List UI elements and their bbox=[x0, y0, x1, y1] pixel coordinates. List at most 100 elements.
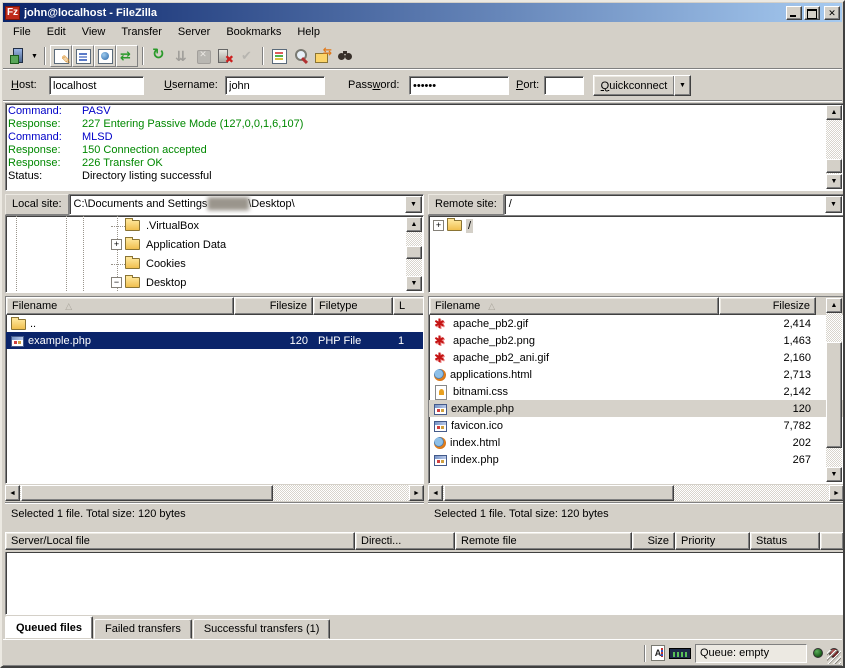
file-row[interactable]: index.php267 bbox=[429, 451, 843, 468]
scroll-up-icon[interactable]: ▲ bbox=[406, 217, 422, 232]
minimize-button[interactable] bbox=[786, 6, 802, 20]
menu-file[interactable]: File bbox=[5, 24, 39, 41]
tab-successful-transfers-[interactable]: Successful transfers (1) bbox=[193, 619, 331, 639]
column-header-filesize[interactable]: Filesize bbox=[234, 297, 313, 315]
combo-dropdown-icon[interactable]: ▼ bbox=[825, 196, 842, 213]
file-row[interactable]: example.php120 bbox=[429, 400, 843, 417]
apache-icon bbox=[434, 317, 449, 330]
port-input[interactable] bbox=[544, 76, 584, 95]
scrollbar-thumb[interactable] bbox=[826, 342, 842, 448]
combo-dropdown-icon[interactable]: ▼ bbox=[405, 196, 422, 213]
file-row[interactable]: apache_pb2.gif2,414 bbox=[429, 315, 843, 332]
queue-column-status[interactable]: Status bbox=[750, 532, 820, 550]
tab-failed-transfers[interactable]: Failed transfers bbox=[94, 619, 192, 639]
menu-help[interactable]: Help bbox=[289, 24, 328, 41]
column-header-filetype[interactable]: Filetype bbox=[313, 297, 393, 315]
tree-item-label[interactable]: Desktop bbox=[144, 276, 188, 290]
close-button[interactable] bbox=[824, 6, 840, 20]
scroll-up-icon[interactable]: ▲ bbox=[826, 298, 842, 313]
local-list-hscrollbar[interactable]: ◄ ► bbox=[5, 485, 424, 501]
message-log-scrollbar[interactable]: ▲ ▼ bbox=[826, 105, 842, 189]
local-site-combo[interactable]: C:\Documents and Settings██████\Desktop\… bbox=[69, 194, 424, 215]
tree-item[interactable]: − Desktop bbox=[6, 273, 405, 292]
tree-item[interactable]: + Application Data bbox=[6, 235, 405, 254]
tree-item[interactable]: Cookies bbox=[6, 254, 405, 273]
file-row[interactable]: .. bbox=[6, 315, 423, 332]
maximize-button[interactable] bbox=[804, 6, 820, 20]
collapse-icon[interactable]: − bbox=[111, 277, 122, 288]
menu-server[interactable]: Server bbox=[170, 24, 218, 41]
remote-list-scrollbar[interactable]: ▲ ▼ bbox=[826, 298, 842, 482]
scroll-left-icon[interactable]: ◄ bbox=[5, 485, 20, 501]
scroll-down-icon[interactable]: ▼ bbox=[826, 174, 842, 189]
column-header-filename[interactable]: Filename△ bbox=[6, 297, 234, 315]
column-header-l[interactable]: L bbox=[393, 297, 424, 315]
file-row[interactable]: favicon.ico7,782 bbox=[429, 417, 843, 434]
scrollbar-thumb[interactable] bbox=[406, 246, 422, 259]
find-files-button[interactable] bbox=[334, 45, 356, 67]
tab-queued-files[interactable]: Queued files bbox=[5, 616, 93, 639]
local-tree-toggle-button[interactable] bbox=[72, 45, 94, 67]
column-header-filename[interactable]: Filename△ bbox=[429, 297, 719, 315]
remote-site-combo[interactable]: / ▼ bbox=[504, 194, 844, 215]
column-header-filesize[interactable]: Filesize bbox=[719, 297, 816, 315]
disconnect-button[interactable] bbox=[214, 45, 236, 67]
refresh-button[interactable] bbox=[148, 45, 170, 67]
password-input[interactable] bbox=[409, 76, 509, 95]
scrollbar-thumb[interactable] bbox=[444, 485, 674, 501]
file-row[interactable]: bitnami.css2,142 bbox=[429, 383, 843, 400]
queue-column-directi-[interactable]: Directi... bbox=[355, 532, 455, 550]
tree-item-label[interactable]: Cookies bbox=[144, 257, 188, 271]
scroll-left-icon[interactable]: ◄ bbox=[428, 485, 443, 501]
filesize-cell: 1,463 bbox=[719, 332, 816, 349]
queue-column-priority[interactable]: Priority bbox=[675, 532, 750, 550]
tree-item-label[interactable]: .VirtualBox bbox=[144, 219, 201, 233]
quickconnect-dropdown-icon[interactable]: ▼ bbox=[674, 75, 691, 96]
scroll-down-icon[interactable]: ▼ bbox=[826, 467, 842, 482]
remote-tree-toggle-button[interactable] bbox=[94, 45, 116, 67]
tree-item-label[interactable]: / bbox=[466, 219, 473, 233]
scroll-down-icon[interactable]: ▼ bbox=[406, 276, 422, 291]
pane-splitter[interactable] bbox=[424, 194, 428, 526]
queue-column-server-local-file[interactable]: Server/Local file bbox=[5, 532, 355, 550]
message-log-toggle-button[interactable] bbox=[50, 45, 72, 67]
remote-list-hscrollbar[interactable]: ◄ ► bbox=[428, 485, 844, 501]
menu-view[interactable]: View bbox=[74, 24, 114, 41]
queue-column-size[interactable]: Size bbox=[632, 532, 675, 550]
site-manager-dropdown-icon[interactable]: ▼ bbox=[29, 46, 40, 66]
file-row[interactable]: example.php120PHP File1 bbox=[6, 332, 423, 349]
username-input[interactable] bbox=[225, 76, 325, 95]
title-bar[interactable]: Fz john@localhost - FileZilla bbox=[3, 3, 842, 22]
transfer-queue-toggle-button[interactable] bbox=[116, 45, 138, 67]
expand-icon[interactable]: + bbox=[111, 239, 122, 250]
scroll-up-icon[interactable]: ▲ bbox=[826, 105, 842, 120]
filezilla-app-icon[interactable]: Fz bbox=[5, 6, 20, 20]
menu-bar: FileEditViewTransferServerBookmarksHelp bbox=[3, 22, 842, 43]
synchronized-browsing-button[interactable] bbox=[312, 45, 334, 67]
quickconnect-button[interactable]: Quickconnect bbox=[593, 75, 675, 96]
scrollbar-thumb[interactable] bbox=[826, 159, 842, 173]
resize-grip[interactable] bbox=[827, 650, 841, 664]
scrollbar-thumb[interactable] bbox=[21, 485, 273, 501]
directory-comparison-button[interactable] bbox=[290, 45, 312, 67]
menu-bookmarks[interactable]: Bookmarks bbox=[218, 24, 289, 41]
site-manager-button[interactable] bbox=[7, 45, 29, 67]
tree-item[interactable]: +/ bbox=[429, 216, 841, 235]
scroll-right-icon[interactable]: ► bbox=[829, 485, 844, 501]
file-row[interactable]: index.html202 bbox=[429, 434, 843, 451]
tree-item[interactable]: .VirtualBox bbox=[6, 216, 405, 235]
expand-icon[interactable]: + bbox=[433, 220, 444, 231]
menu-transfer[interactable]: Transfer bbox=[113, 24, 170, 41]
transfer-queue-list[interactable] bbox=[5, 552, 844, 615]
local-tree-scrollbar[interactable]: ▲ ▼ bbox=[406, 217, 422, 291]
queue-column-remote-file[interactable]: Remote file bbox=[455, 532, 632, 550]
filter-button[interactable] bbox=[268, 45, 290, 67]
file-row[interactable]: apache_pb2.png1,463 bbox=[429, 332, 843, 349]
host-input[interactable] bbox=[49, 76, 144, 95]
scroll-right-icon[interactable]: ► bbox=[409, 485, 424, 501]
file-row[interactable]: apache_pb2_ani.gif2,160 bbox=[429, 349, 843, 366]
menu-edit[interactable]: Edit bbox=[39, 24, 74, 41]
file-row[interactable]: applications.html2,713 bbox=[429, 366, 843, 383]
folder-icon bbox=[125, 277, 140, 288]
tree-item-label[interactable]: Application Data bbox=[144, 238, 228, 252]
